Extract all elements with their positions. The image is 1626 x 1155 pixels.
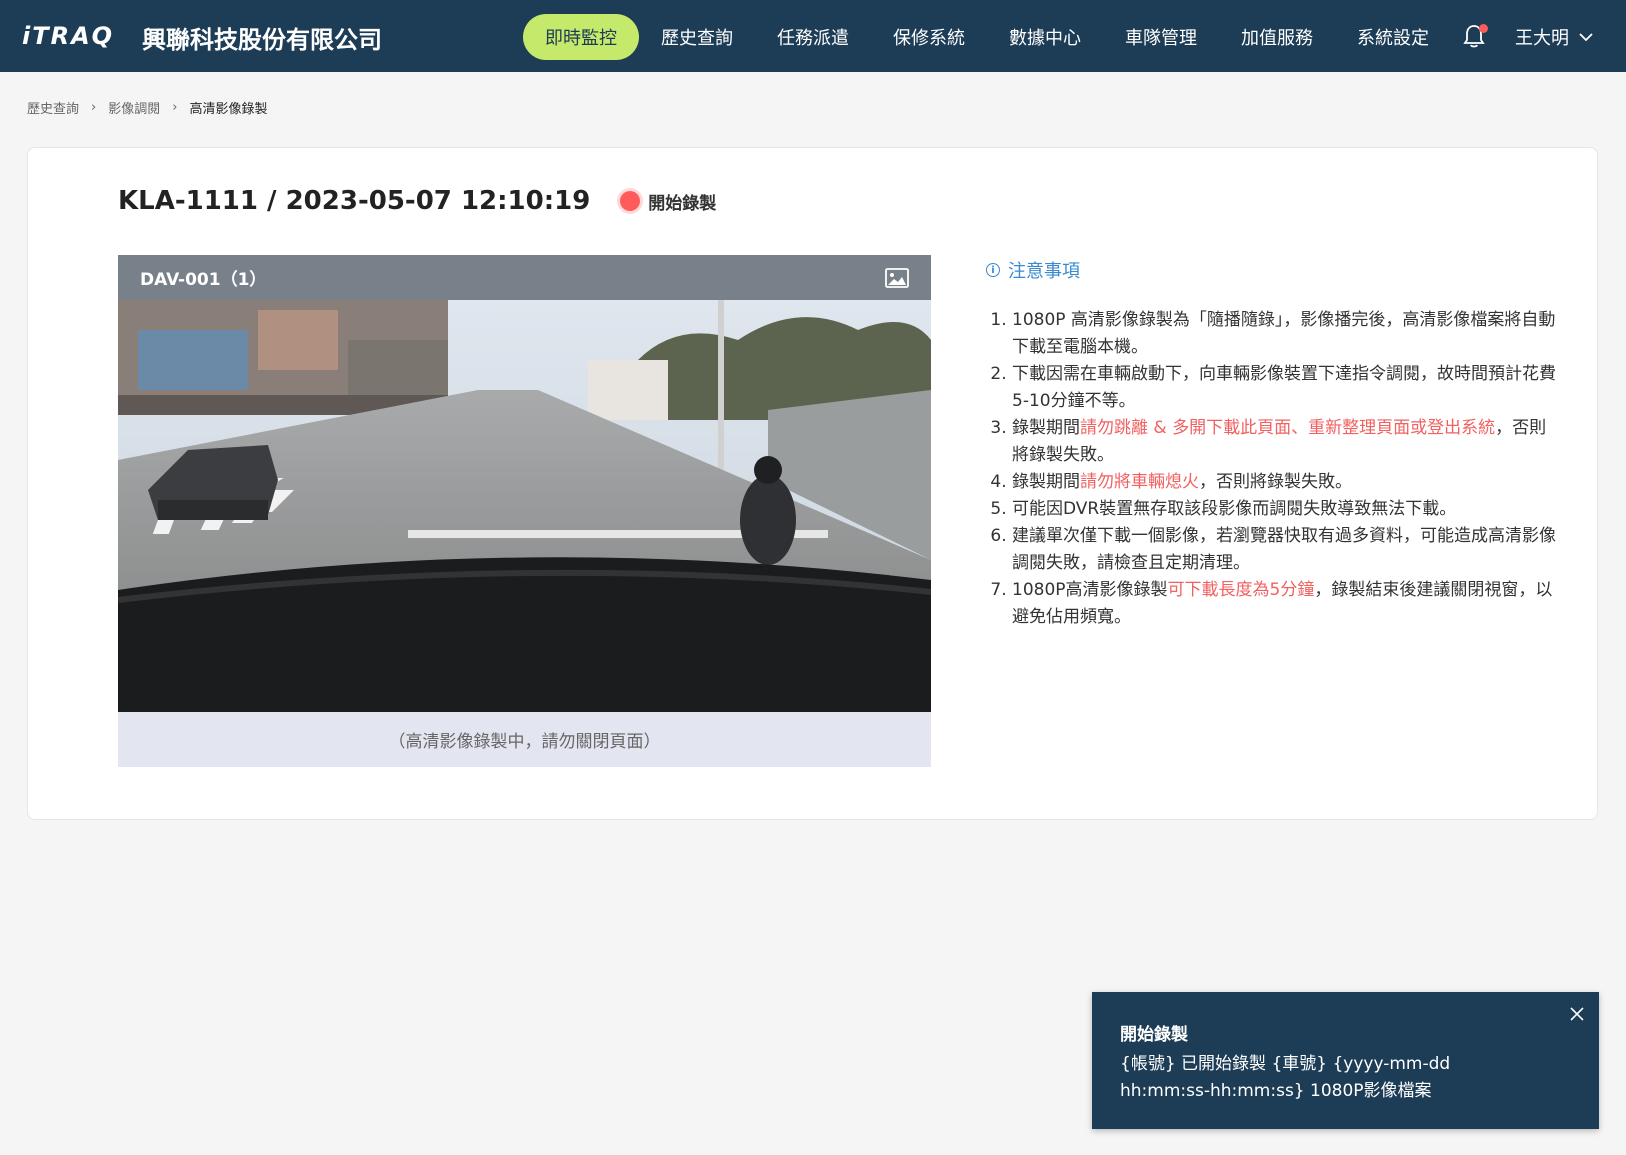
image-icon[interactable] <box>885 268 909 288</box>
chevron-right-icon: › <box>91 100 97 115</box>
toast-notification: 開始錄製 {帳號} 已開始錄製 {車號} {yyyy-mm-dd hh:mm:s… <box>1092 992 1599 1129</box>
note-text: 錄製期間 <box>1012 472 1080 492</box>
video-footer-note: （高清影像錄製中，請勿關閉頁面） <box>118 712 931 767</box>
note-text: 下載因需在車輛啟動下，向車輛影像裝置下達指令調閱，故時間預計花費5-10分鐘不等… <box>1012 364 1556 411</box>
nav-item-data-center[interactable]: 數據中心 <box>987 14 1103 60</box>
notification-dot <box>1479 24 1488 33</box>
chevron-down-icon <box>1579 33 1593 42</box>
breadcrumb-item-history[interactable]: 歷史查詢 <box>27 98 79 117</box>
breadcrumb-item-video[interactable]: 影像調閱 <box>108 98 160 117</box>
title-row: KLA-1111 / 2023-05-07 12:10:19 開始錄製 <box>118 186 716 216</box>
logo[interactable]: iTRAQ <box>22 22 114 50</box>
video-player[interactable]: DAV-001（1） （高清影像錄製中，請勿關閉頁面） <box>118 255 931 767</box>
note-text: 1080P高清影像錄製 <box>1012 580 1168 600</box>
notes-title: i 注意事項 <box>986 257 1556 283</box>
video-header: DAV-001（1） <box>118 255 931 300</box>
page-title: KLA-1111 / 2023-05-07 12:10:19 <box>118 186 591 216</box>
note-text: 1080P 高清影像錄製為「隨播隨錄」，影像播完後，高清影像檔案將自動下載至電腦… <box>1012 310 1556 357</box>
nav-item-fleet[interactable]: 車隊管理 <box>1103 14 1219 60</box>
logo-text: iTRAQ <box>22 22 115 50</box>
list-item: 錄製期間請勿跳離 & 多開下載此頁面、重新整理頁面或登出系統，否則將錄製失敗。 <box>1012 415 1556 469</box>
note-warning-text: 可下載長度為5分鐘 <box>1167 580 1315 600</box>
list-item: 建議單次僅下載一個影像，若瀏覽器快取有過多資料，可能造成高清影像調閱失敗，請檢查… <box>1012 523 1556 577</box>
breadcrumb-item-current: 高清影像錄製 <box>189 102 268 117</box>
list-item: 可能因DVR裝置無存取該段影像而調閱失敗導致無法下載。 <box>1012 496 1556 523</box>
nav-item-live-monitor[interactable]: 即時監控 <box>523 14 639 60</box>
user-menu[interactable]: 王大明 <box>1515 24 1593 50</box>
toast-body: {帳號} 已開始錄製 {車號} {yyyy-mm-dd hh:mm:ss-hh:… <box>1120 1054 1451 1101</box>
nav-item-history[interactable]: 歷史查詢 <box>639 14 755 60</box>
list-item: 1080P高清影像錄製可下載長度為5分鐘，錄製結束後建議關閉視窗，以避免佔用頻寬… <box>1012 577 1556 631</box>
chevron-right-icon: › <box>172 100 178 115</box>
notes-list: 1080P 高清影像錄製為「隨播隨錄」，影像播完後，高清影像檔案將自動下載至電腦… <box>986 307 1556 631</box>
note-text: 可能因DVR裝置無存取該段影像而調閱失敗導致無法下載。 <box>1012 499 1457 519</box>
note-text: 錄製期間 <box>1012 418 1080 438</box>
note-text: ，否則將錄製失敗。 <box>1199 472 1352 492</box>
nav-item-dispatch[interactable]: 任務派遣 <box>755 14 871 60</box>
breadcrumb: 歷史查詢 › 影像調閱 › 高清影像錄製 <box>27 98 267 117</box>
note-warning-text: 請勿跳離 & 多開下載此頁面、重新整理頁面或登出系統 <box>1080 418 1496 438</box>
record-dot-icon <box>620 191 641 211</box>
company-name: 興聯科技股份有限公司 <box>142 26 382 54</box>
user-name: 王大明 <box>1515 28 1569 49</box>
top-navigation-bar: iTRAQ 興聯科技股份有限公司 即時監控 歷史查詢 任務派遣 保修系統 數據中… <box>0 0 1626 72</box>
list-item: 錄製期間請勿將車輛熄火，否則將錄製失敗。 <box>1012 469 1556 496</box>
recording-card: KLA-1111 / 2023-05-07 12:10:19 開始錄製 DAV-… <box>27 147 1598 820</box>
recording-status: 開始錄製 <box>620 189 716 214</box>
dashcam-frame <box>118 300 931 712</box>
main-nav: 即時監控 歷史查詢 任務派遣 保修系統 數據中心 車隊管理 加值服務 系統設定 <box>523 14 1451 60</box>
notes-panel: i 注意事項 1080P 高清影像錄製為「隨播隨錄」，影像播完後，高清影像檔案將… <box>986 257 1556 631</box>
channel-label: DAV-001（1） <box>140 270 267 290</box>
note-warning-text: 請勿將車輛熄火 <box>1080 472 1199 492</box>
close-icon[interactable] <box>1569 1006 1585 1022</box>
toast-title: 開始錄製 <box>1120 1025 1188 1045</box>
list-item: 下載因需在車輛啟動下，向車輛影像裝置下達指令調閱，故時間預計花費5-10分鐘不等… <box>1012 361 1556 415</box>
nav-item-value-added[interactable]: 加值服務 <box>1219 14 1335 60</box>
list-item: 1080P 高清影像錄製為「隨播隨錄」，影像播完後，高清影像檔案將自動下載至電腦… <box>1012 307 1556 361</box>
recording-status-label: 開始錄製 <box>648 193 717 214</box>
nav-item-maintenance[interactable]: 保修系統 <box>871 14 987 60</box>
notes-title-label: 注意事項 <box>1008 261 1080 282</box>
note-text: 建議單次僅下載一個影像，若瀏覽器快取有過多資料，可能造成高清影像調閱失敗，請檢查… <box>1012 526 1556 573</box>
info-icon: i <box>986 263 1000 277</box>
nav-item-settings[interactable]: 系統設定 <box>1335 14 1451 60</box>
